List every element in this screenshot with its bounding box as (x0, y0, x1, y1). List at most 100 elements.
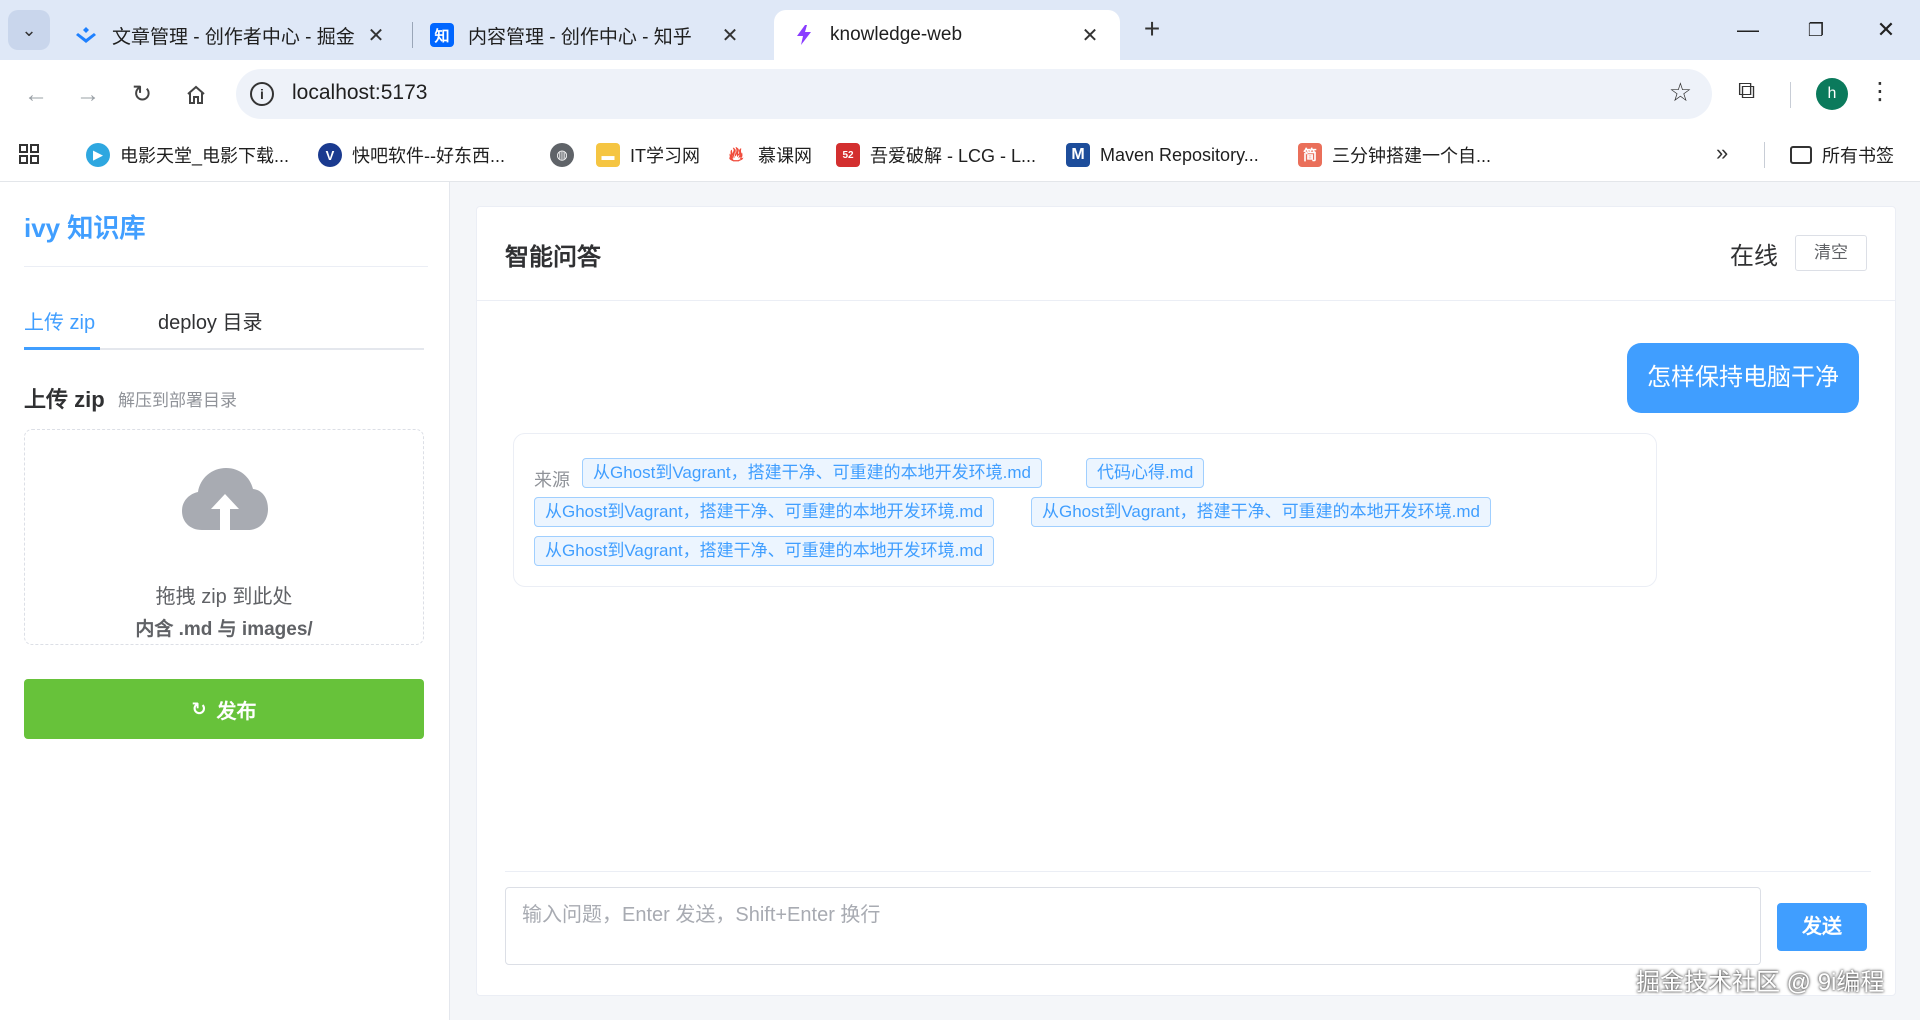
tab-search-button[interactable]: ⌄ (8, 10, 50, 50)
bookmark-label: 吾爱破解 - LCG - L... (870, 146, 1037, 166)
chevron-down-icon: ⌄ (21, 19, 37, 40)
bookmarks-divider (1764, 142, 1765, 168)
minimize-icon: — (1737, 17, 1759, 42)
all-bookmarks-label: 所有书签 (1822, 146, 1894, 166)
status-text: 在线 (1730, 243, 1778, 270)
browser-tab-juejin[interactable]: 文章管理 - 创作者中心 - 掘金 ✕ (56, 10, 406, 60)
reload-icon: ↻ (131, 81, 153, 108)
chat-panel: 智能问答 在线 清空 怎样保持电脑干净 来源 从Ghost到Vagrant，搭建… (476, 206, 1896, 996)
bookmark-icon: M (1066, 143, 1090, 167)
new-tab-button[interactable]: + (1135, 12, 1169, 46)
source-tag[interactable]: 从Ghost到Vagrant，搭建干净、可重建的本地开发环境.md (1031, 497, 1491, 527)
bookmark-label: 慕课网 (758, 146, 812, 166)
source-tag[interactable]: 从Ghost到Vagrant，搭建干净、可重建的本地开发环境.md (582, 458, 1042, 488)
site-info-icon[interactable]: i (250, 82, 274, 106)
upload-subtitle: 解压到部署目录 (118, 391, 237, 410)
all-bookmarks[interactable]: 所有书签 (1790, 141, 1894, 169)
source-tag[interactable]: 从Ghost到Vagrant，搭建干净、可重建的本地开发环境.md (534, 536, 994, 566)
bookmark-icon: 简 (1298, 143, 1322, 167)
home-icon (187, 85, 205, 104)
extensions-icon[interactable]: ⧉ (1738, 77, 1755, 105)
reload-button[interactable]: ↻ (124, 77, 160, 113)
close-icon[interactable]: ✕ (718, 23, 742, 48)
folder-icon (1790, 146, 1812, 164)
tab-title: knowledge-web (830, 24, 963, 45)
watermark-text: 掘金技术社区 @ 9i编程 (1636, 969, 1885, 996)
browser-tab-zhihu[interactable]: 知 内容管理 - 创作中心 - 知乎 ✕ (412, 10, 760, 60)
arrow-left-icon: ← (24, 81, 48, 108)
chevron-double-right-icon[interactable]: » (1716, 140, 1728, 166)
dropzone-hint: 内含 .md 与 images/ (135, 619, 313, 640)
bookmark-item[interactable]: ▶ 电影天堂_电影下载... (86, 141, 289, 169)
user-message-bubble: 怎样保持电脑干净 (1627, 343, 1859, 413)
source-tag[interactable]: 代码心得.md (1086, 458, 1205, 488)
bookmark-label: Maven Repository... (1100, 144, 1259, 165)
tab-title: 内容管理 - 创作中心 - 知乎 (468, 26, 692, 48)
bookmark-label: 快吧软件--好东西... (352, 146, 505, 166)
more-menu-icon[interactable]: ⋮ (1868, 77, 1892, 106)
publish-button[interactable]: ↻ 发布 (24, 679, 424, 739)
clear-button[interactable]: 清空 (1795, 235, 1867, 271)
close-window-button[interactable]: ✕ (1866, 10, 1906, 50)
browser-tab-knowledge-web[interactable]: knowledge-web ✕ (774, 10, 1120, 60)
app-root: ivy 知识库 上传 zip deploy 目录 上传 zip 解压到部署目录 … (0, 182, 1920, 1020)
bookmark-item[interactable]: ▬ IT学习网 (596, 141, 700, 169)
sidebar: ivy 知识库 上传 zip deploy 目录 上传 zip 解压到部署目录 … (0, 182, 450, 1020)
bookmark-icon: V (318, 143, 342, 167)
home-button[interactable] (178, 77, 214, 113)
flame-icon: 🔥︎ (728, 143, 744, 166)
minimize-button[interactable]: — (1728, 10, 1768, 50)
profile-avatar[interactable]: h (1816, 78, 1848, 110)
cloud-upload-icon (182, 468, 268, 530)
url-text[interactable]: localhost:5173 (292, 81, 427, 105)
send-button[interactable]: 发送 (1777, 903, 1867, 951)
bookmark-item[interactable]: V 快吧软件--好东西... (318, 141, 505, 169)
movie-icon: ▶ (86, 143, 110, 167)
source-label: 来源 (534, 470, 570, 490)
publish-label: 发布 (216, 700, 257, 723)
tab-upload-zip[interactable]: 上传 zip (24, 306, 95, 335)
plus-icon: + (1143, 13, 1161, 44)
active-tab-indicator (24, 347, 100, 350)
brand-title: ivy 知识库 (24, 213, 146, 243)
bookmark-item[interactable]: ◍ (550, 141, 584, 169)
back-button[interactable]: ← (18, 77, 54, 113)
bookmark-item[interactable]: M Maven Repository... (1066, 141, 1259, 169)
bookmark-item[interactable]: 52 吾爱破解 - LCG - L... (836, 141, 1036, 169)
restore-icon: ❐ (1807, 20, 1825, 40)
bookmarks-bar: ▶ 电影天堂_电影下载... V 快吧软件--好东西... ◍ ▬ IT学习网 … (0, 128, 1920, 182)
browser-toolbar: ← → ↻ i localhost:5173 ☆ ⧉ h ⋮ (0, 60, 1920, 128)
toolbar-divider (1790, 82, 1791, 108)
vite-icon (792, 23, 816, 47)
tab-title: 文章管理 - 创作者中心 - 掘金 (112, 26, 355, 48)
divider (505, 871, 1871, 872)
restore-button[interactable]: ❐ (1796, 10, 1836, 50)
forward-button[interactable]: → (70, 77, 106, 113)
close-icon[interactable]: ✕ (364, 23, 388, 48)
bookmark-star-icon[interactable]: ☆ (1669, 77, 1692, 108)
juejin-icon (74, 23, 98, 47)
bookmark-label: 电影天堂_电影下载... (120, 146, 290, 166)
bookmark-item[interactable]: 简 三分钟搭建一个自... (1298, 141, 1491, 169)
arrow-right-icon: → (76, 81, 100, 108)
close-icon: ✕ (1876, 17, 1896, 42)
question-input[interactable] (505, 887, 1761, 965)
answer-card: 来源 从Ghost到Vagrant，搭建干净、可重建的本地开发环境.md 代码心… (513, 433, 1657, 587)
bookmark-label: IT学习网 (630, 146, 700, 166)
close-icon[interactable]: ✕ (1078, 23, 1102, 48)
bookmark-icon: 52 (836, 143, 860, 167)
zhihu-icon: 知 (430, 23, 454, 47)
apps-icon[interactable] (18, 140, 40, 168)
refresh-icon: ↻ (191, 698, 207, 719)
upload-title: 上传 zip (24, 387, 105, 412)
divider (24, 266, 428, 267)
tab-deploy-directory[interactable]: deploy 目录 (158, 306, 263, 335)
folder-icon: ▬ (596, 143, 620, 167)
chat-header: 智能问答 在线 清空 (477, 207, 1895, 301)
chat-title: 智能问答 (505, 244, 601, 271)
source-tag[interactable]: 从Ghost到Vagrant，搭建干净、可重建的本地开发环境.md (534, 497, 994, 527)
dropzone-text: 拖拽 zip 到此处 (155, 586, 293, 608)
bookmark-item[interactable]: 🔥︎ 慕课网 (724, 141, 812, 169)
address-bar[interactable]: i localhost:5173 ☆ (236, 69, 1712, 119)
zip-dropzone[interactable]: 拖拽 zip 到此处 内含 .md 与 images/ (24, 429, 424, 645)
